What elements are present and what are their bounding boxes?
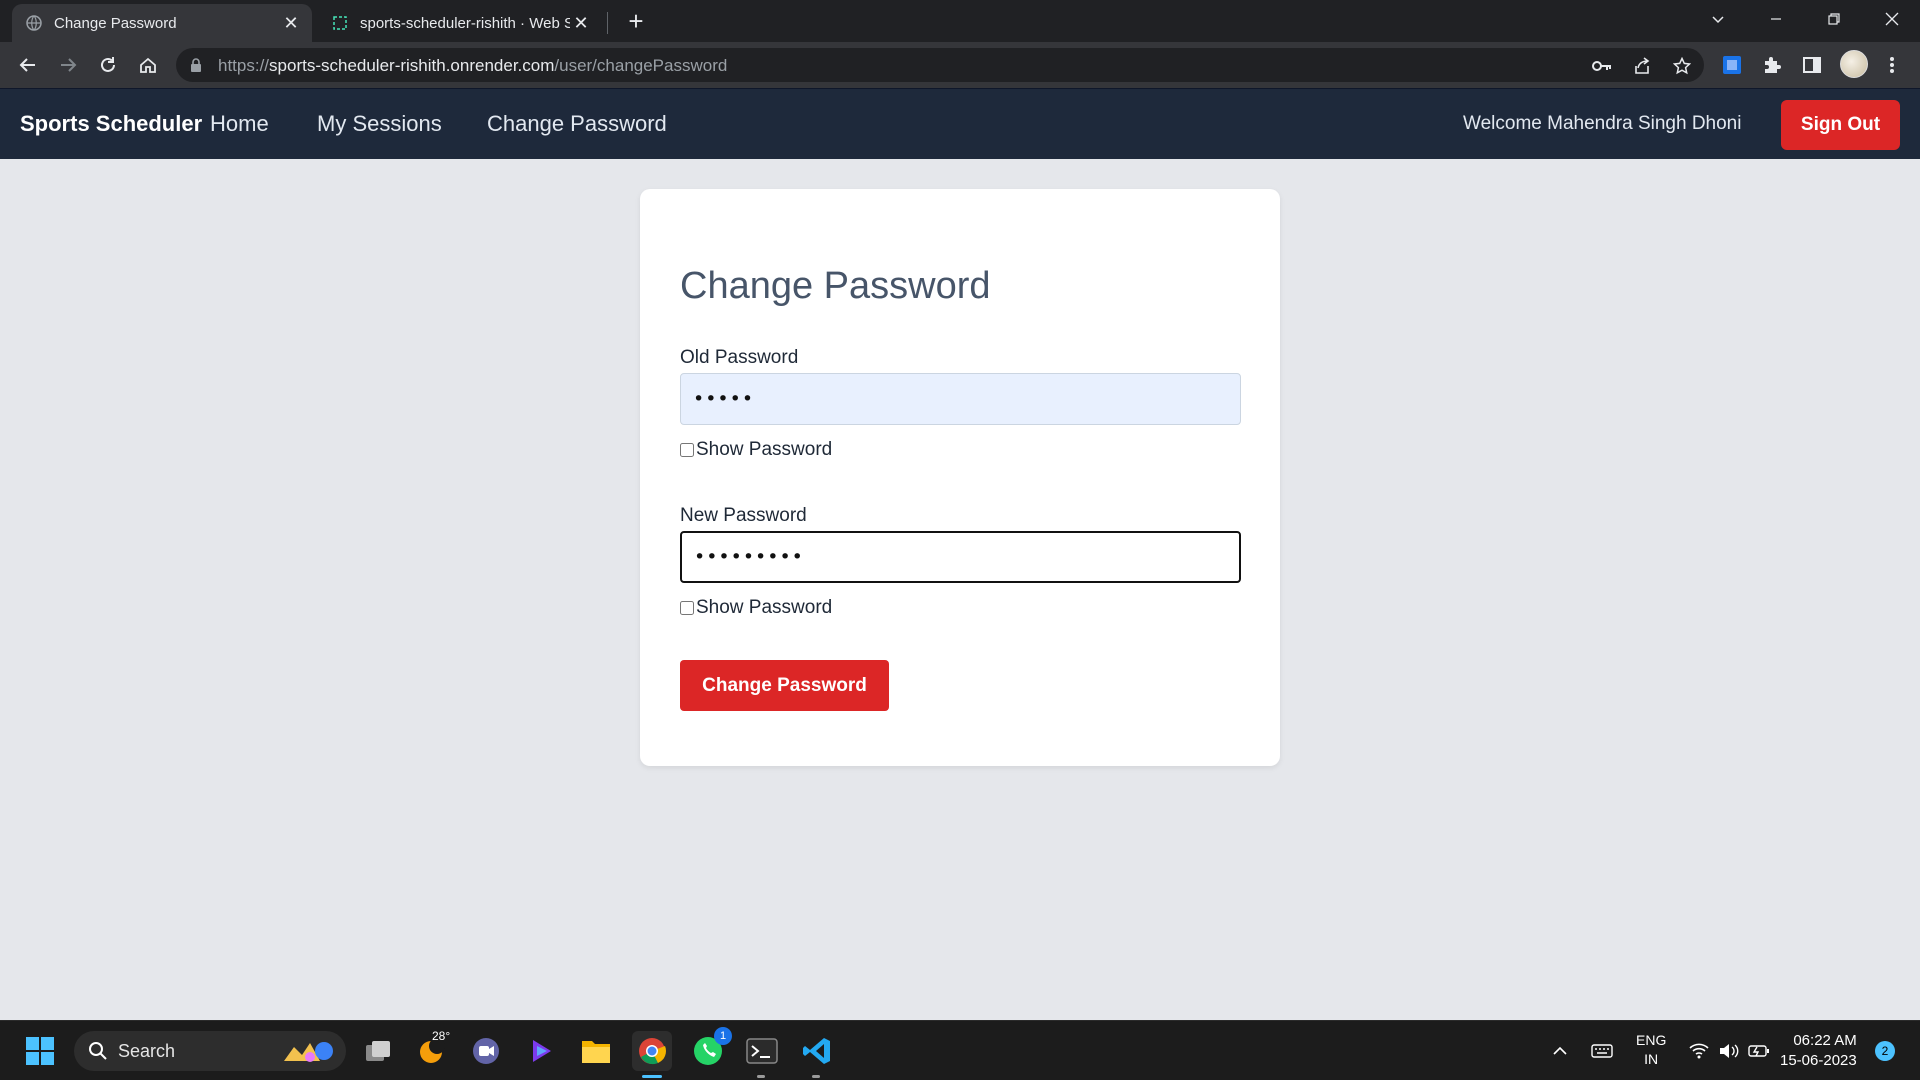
browser-toolbar: https://sports-scheduler-rishith.onrende…	[0, 42, 1920, 88]
whatsapp-icon[interactable]: 1	[688, 1027, 732, 1071]
key-icon[interactable]	[1592, 56, 1612, 76]
back-button[interactable]	[14, 51, 42, 79]
lock-icon[interactable]	[190, 57, 202, 73]
nav-link-my-sessions[interactable]: My Sessions	[317, 111, 442, 137]
volume-icon[interactable]	[1714, 1035, 1744, 1067]
whatsapp-unread-badge: 1	[714, 1027, 732, 1045]
windows-start-icon[interactable]	[20, 1031, 60, 1071]
search-label: Search	[118, 1041, 176, 1061]
bookmark-star-icon[interactable]	[1672, 56, 1692, 76]
file-explorer-icon[interactable]	[576, 1031, 616, 1071]
change-password-button[interactable]: Change Password	[680, 660, 889, 711]
show-old-password-toggle[interactable]: Show Password	[680, 439, 832, 461]
taskbar-clock[interactable]: 06:22 AM 15-06-2023	[1780, 1031, 1857, 1071]
sign-out-button[interactable]: Sign Out	[1781, 100, 1900, 150]
reload-icon	[101, 57, 115, 72]
screenshot-extension-icon[interactable]	[1720, 53, 1744, 77]
page-title: Change Password	[680, 265, 991, 307]
show-old-password-checkbox[interactable]	[680, 443, 694, 457]
taskbar-search[interactable]: Search	[74, 1031, 346, 1071]
search-highlight-icon	[284, 1042, 333, 1062]
battery-icon[interactable]	[1744, 1035, 1774, 1067]
tab-render-dashboard[interactable]: sports-scheduler-rishith · Web Se ✕	[318, 4, 602, 42]
notification-count-badge[interactable]: 2	[1875, 1041, 1895, 1061]
welcome-message: Welcome Mahendra Singh Dhoni	[1463, 113, 1742, 134]
close-tab-icon[interactable]: ✕	[280, 12, 302, 34]
show-new-password-toggle[interactable]: Show Password	[680, 597, 832, 619]
kebab-menu-icon[interactable]	[1880, 53, 1904, 77]
url-path: /user/changePassword	[554, 56, 728, 75]
extensions-puzzle-icon[interactable]	[1760, 53, 1784, 77]
show-new-password-checkbox[interactable]	[680, 601, 694, 615]
vscode-running-indicator	[812, 1075, 820, 1078]
side-panel-icon[interactable]	[1800, 53, 1824, 77]
tab-change-password[interactable]: Change Password ✕	[12, 4, 312, 42]
language-code: ENG	[1636, 1032, 1667, 1048]
chrome-active-indicator	[642, 1075, 662, 1078]
arrow-left-icon	[19, 58, 35, 72]
home-icon	[140, 57, 156, 73]
globe-icon	[26, 15, 42, 31]
teams-chat-icon[interactable]	[466, 1031, 506, 1071]
url-scheme: https://	[218, 56, 270, 75]
brand-logo-text[interactable]: Sports Scheduler	[20, 111, 202, 137]
copilot-icon[interactable]	[522, 1031, 562, 1071]
old-password-label: Old Password	[680, 347, 799, 368]
browser-tab-strip: Change Password ✕ sports-scheduler-rishi…	[0, 0, 1920, 42]
tab-title: Change Password	[54, 14, 177, 32]
reload-button[interactable]	[94, 51, 122, 79]
nav-link-home[interactable]: Home	[210, 111, 269, 137]
search-icon	[89, 1042, 107, 1060]
profile-avatar[interactable]	[1840, 50, 1868, 78]
weather-temperature: 28°	[432, 1029, 451, 1043]
render-icon	[333, 16, 347, 30]
language-indicator[interactable]: ENG IN	[1636, 1031, 1666, 1069]
terminal-icon[interactable]	[742, 1031, 782, 1071]
keyboard-icon[interactable]	[1584, 1035, 1620, 1067]
clock-time: 06:22 AM	[1793, 1032, 1857, 1049]
new-tab-button[interactable]: +	[622, 8, 650, 36]
tab-title: sports-scheduler-rishith · Web Se	[360, 14, 570, 32]
forward-button[interactable]	[54, 51, 82, 79]
share-icon[interactable]	[1632, 56, 1652, 76]
arrow-right-icon	[61, 58, 77, 72]
windows-taskbar: Search 28° 1 ENG IN 06:22 AM 15-06-2023 …	[0, 1020, 1920, 1080]
show-password-label: Show Password	[696, 439, 833, 460]
region-code: IN	[1644, 1051, 1659, 1067]
nav-link-change-password[interactable]: Change Password	[487, 111, 667, 137]
home-button[interactable]	[134, 51, 162, 79]
restore-button[interactable]	[1806, 0, 1862, 38]
new-password-label: New Password	[680, 505, 807, 526]
url-host: sports-scheduler-rishith.onrender.com	[269, 56, 555, 75]
new-password-input[interactable]	[680, 531, 1241, 583]
task-view-icon[interactable]	[358, 1031, 398, 1071]
tab-separator	[607, 12, 608, 34]
chevron-up-icon[interactable]	[1542, 1035, 1578, 1067]
vscode-icon[interactable]	[797, 1031, 837, 1071]
url-text[interactable]: https://sports-scheduler-rishith.onrende…	[218, 56, 727, 76]
close-window-button[interactable]	[1864, 0, 1920, 38]
show-password-label: Show Password	[696, 597, 833, 618]
chrome-app-icon[interactable]	[632, 1031, 672, 1071]
weather-widget-icon[interactable]: 28°	[412, 1029, 452, 1071]
close-tab-icon[interactable]: ✕	[570, 12, 592, 34]
minimize-button[interactable]	[1748, 0, 1804, 38]
clock-date: 15-06-2023	[1780, 1052, 1857, 1069]
change-password-card: Change Password Old Password Show Passwo…	[640, 189, 1280, 766]
address-bar[interactable]: https://sports-scheduler-rishith.onrende…	[176, 48, 1704, 82]
app-navbar: Sports Scheduler Home My Sessions Change…	[0, 88, 1920, 159]
terminal-running-indicator	[757, 1075, 765, 1078]
old-password-input[interactable]	[680, 373, 1241, 425]
tab-search-icon[interactable]	[1690, 0, 1746, 38]
wifi-icon[interactable]	[1684, 1035, 1714, 1067]
